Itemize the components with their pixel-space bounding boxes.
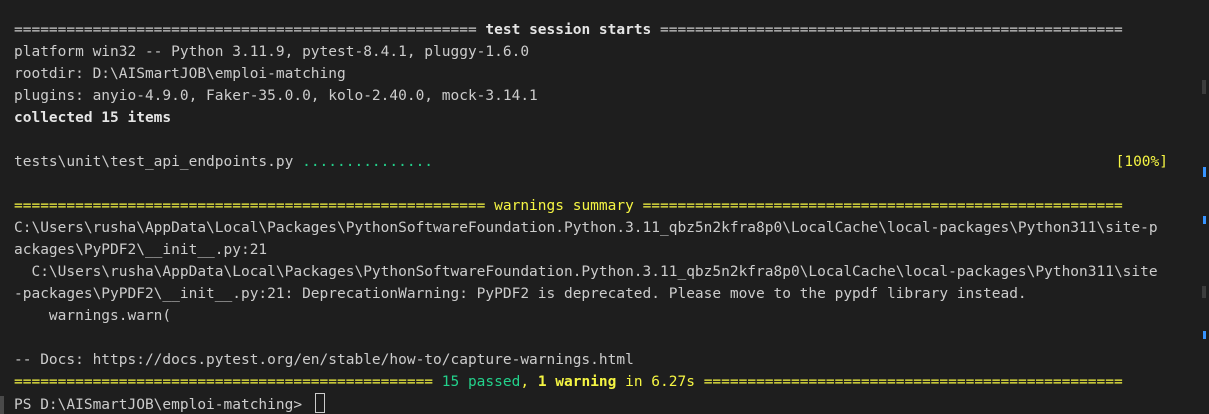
warning-line: C:\Users\rusha\AppData\Local\Packages\Py… bbox=[14, 264, 1158, 280]
rootdir-line: rootdir: D:\AISmartJOB\emploi-matching bbox=[14, 66, 346, 82]
summary-warning: 1 warning bbox=[537, 374, 617, 390]
test-file-line: tests\unit\test_api_endpoints.py .......… bbox=[14, 151, 1194, 173]
test-file-path: tests\unit\test_api_endpoints.py bbox=[14, 154, 294, 170]
warning-line: C:\Users\rusha\AppData\Local\Packages\Py… bbox=[14, 220, 1158, 236]
text-cursor bbox=[314, 393, 325, 413]
session-header-right-rule: ========================================… bbox=[660, 22, 1123, 38]
scrollbar-match-marker bbox=[1203, 331, 1206, 339]
prompt-line[interactable]: PS D:\AISmartJOB\emploi-matching> bbox=[14, 393, 1194, 414]
summary-passed: 15 passed bbox=[441, 374, 521, 390]
summary-line: ========================================… bbox=[14, 371, 1194, 393]
scrollbar-marker[interactable] bbox=[1202, 286, 1206, 298]
summary-sep: , bbox=[520, 374, 538, 390]
terminal-left-gutter bbox=[0, 396, 4, 414]
warnings-header-left-rule: ========================================… bbox=[14, 198, 486, 214]
collected-line: collected 15 items bbox=[14, 110, 172, 126]
warnings-header: ========================================… bbox=[14, 195, 1194, 217]
test-progress-dots: ............... bbox=[302, 154, 434, 170]
summary-left-rule: ========================================… bbox=[14, 374, 434, 390]
warning-line: ackages\PyPDF2\__init__.py:21 bbox=[14, 242, 268, 258]
session-header: ========================================… bbox=[14, 19, 1194, 41]
scrollbar-match-marker bbox=[1203, 216, 1206, 224]
plugins-line: plugins: anyio-4.9.0, Faker-35.0.0, kolo… bbox=[14, 88, 538, 104]
platform-line: platform win32 -- Python 3.11.9, pytest-… bbox=[14, 44, 530, 60]
warning-line: -packages\PyPDF2\__init__.py:21: Depreca… bbox=[14, 286, 1027, 302]
warning-line: warnings.warn( bbox=[14, 308, 172, 324]
session-header-left-rule: ========================================… bbox=[14, 22, 477, 38]
summary-right-rule: ========================================… bbox=[703, 374, 1123, 390]
shell-prompt: PS D:\AISmartJOB\emploi-matching> bbox=[14, 397, 311, 413]
warnings-header-right-rule: ========================================… bbox=[642, 198, 1123, 214]
scrollbar-marker[interactable] bbox=[1202, 80, 1206, 94]
scrollbar-match-marker bbox=[1203, 167, 1206, 177]
docs-line: -- Docs: https://docs.pytest.org/en/stab… bbox=[14, 352, 634, 368]
terminal-panel[interactable]: ========================================… bbox=[0, 0, 1209, 414]
warnings-header-title: warnings summary bbox=[494, 198, 634, 214]
session-header-title: test session starts bbox=[485, 22, 652, 38]
summary-time: in 6.27s bbox=[616, 374, 704, 390]
test-progress-percent: [100%] bbox=[1115, 154, 1168, 170]
